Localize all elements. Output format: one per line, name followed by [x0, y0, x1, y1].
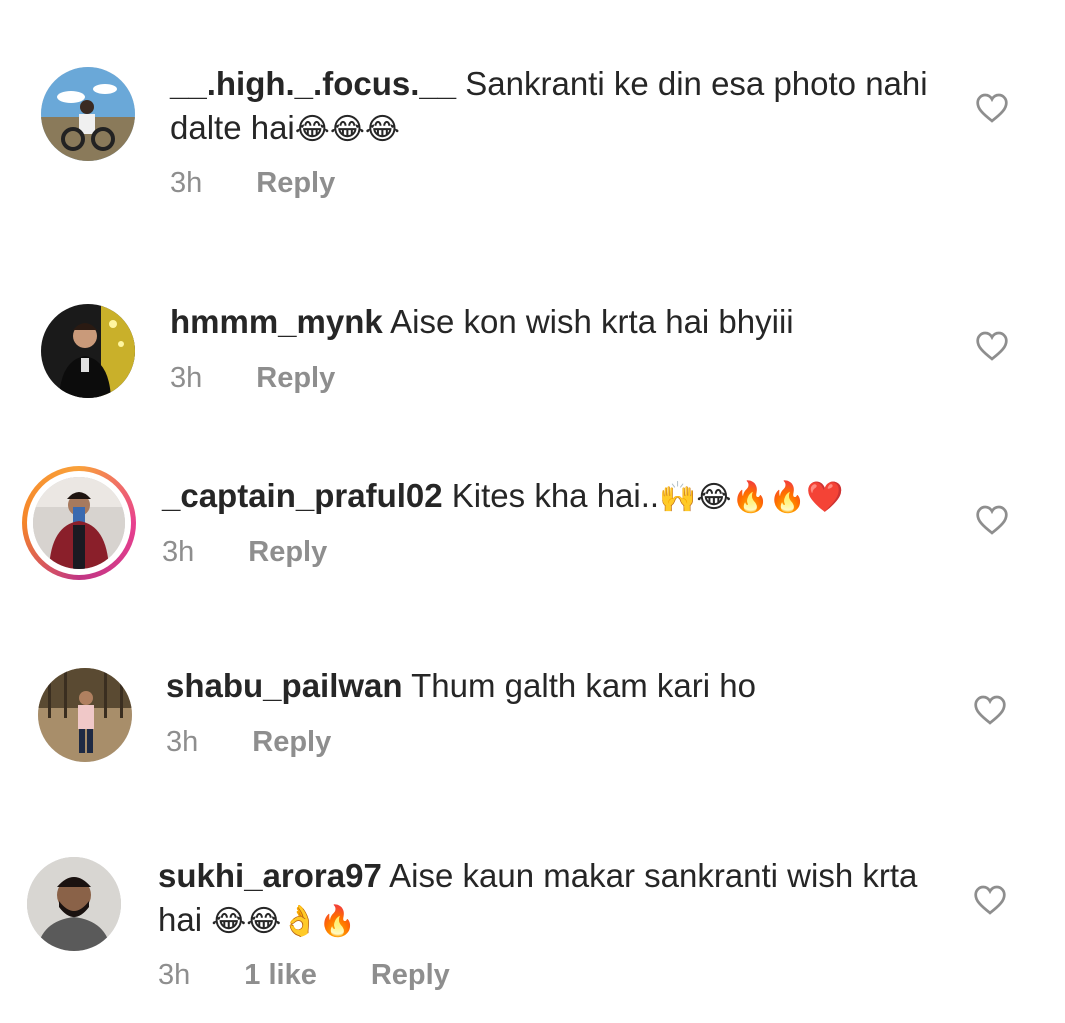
heart-outline-icon[interactable] [973, 695, 1007, 725]
heart-outline-icon[interactable] [975, 93, 1009, 123]
comment-emojis: 😂😂👌🔥 [211, 904, 357, 939]
avatar[interactable] [38, 668, 132, 762]
comment-emojis: 😂😂😂 [294, 112, 400, 147]
reply-button[interactable]: Reply [371, 959, 450, 992]
comment-meta: 3h Reply [162, 536, 327, 569]
heart-outline-icon[interactable] [975, 505, 1009, 535]
reply-button[interactable]: Reply [252, 726, 331, 759]
comment-username[interactable]: hmmm_mynk [170, 303, 383, 340]
avatar[interactable] [41, 304, 135, 398]
comment-username[interactable]: shabu_pailwan [166, 667, 403, 704]
comment-username[interactable]: __.high._.focus.__ [170, 65, 456, 102]
comment-text: shabu_pailwan Thum galth kam kari ho [166, 664, 926, 708]
comment-emojis: 🙌😂🔥🔥❤️ [659, 480, 844, 515]
comment-body: Kites kha hai.. [451, 477, 660, 514]
comment-meta: 3h Reply [170, 167, 335, 200]
avatar[interactable] [27, 857, 121, 951]
comment-time: 3h [170, 167, 203, 199]
reply-button[interactable]: Reply [256, 167, 335, 200]
heart-outline-icon[interactable] [975, 331, 1009, 361]
comment-meta: 3h Reply [170, 362, 335, 395]
comment-meta: 3h Reply [166, 726, 331, 759]
heart-outline-icon[interactable] [973, 885, 1007, 915]
comment-username[interactable]: _captain_praful02 [162, 477, 443, 514]
comment-time: 3h [158, 959, 191, 991]
avatar[interactable] [33, 477, 125, 569]
comment-time: 3h [166, 726, 199, 758]
reply-button[interactable]: Reply [256, 362, 335, 395]
reply-button[interactable]: Reply [248, 536, 327, 569]
comment-text: __.high._.focus.__ Sankranti ke din esa … [170, 62, 930, 152]
comment-text: sukhi_arora97 Aise kaun makar sankranti … [158, 854, 918, 944]
comment-time: 3h [162, 536, 195, 568]
comment-username[interactable]: sukhi_arora97 [158, 857, 382, 894]
like-count[interactable]: 1 like [244, 959, 317, 992]
comment-meta: 3h 1 like Reply [158, 959, 450, 992]
comment-body: Aise kon wish krta hai bhyiii [390, 303, 794, 340]
comment-text: hmmm_mynk Aise kon wish krta hai bhyiii [170, 300, 930, 344]
comment-text: _captain_praful02 Kites kha hai..🙌😂🔥🔥❤️ [162, 474, 922, 520]
avatar[interactable] [41, 67, 135, 161]
comment-body: Thum galth kam kari ho [411, 667, 756, 704]
comment-time: 3h [170, 362, 203, 394]
